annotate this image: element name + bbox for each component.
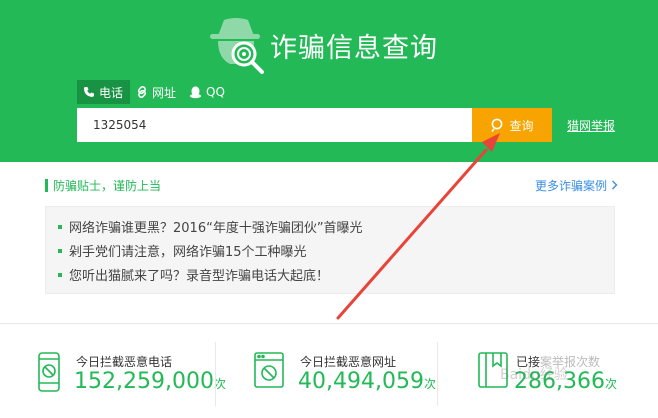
tips-heading-label: 防骗贴士，谨防上当	[53, 178, 162, 193]
search-button[interactable]: 查询	[472, 108, 552, 142]
tab-phone[interactable]: 电话	[77, 80, 131, 104]
list-item[interactable]: 您听出猫腻来了吗？录音型诈骗电话大起底！	[58, 265, 329, 284]
search-input[interactable]	[77, 108, 472, 142]
tips-heading: 防骗贴士，谨防上当	[45, 177, 161, 193]
tab-qq[interactable]: QQ	[183, 80, 232, 104]
tab-phone-label: 电话	[99, 85, 124, 100]
stat-value: 152,259,000次	[74, 369, 226, 394]
search-type-tabs: 电话 网址 QQ	[77, 80, 232, 104]
list-item[interactable]: 网络诈骗谁更黑？2016“年度十强诈骗团伙”首曝光	[58, 217, 363, 236]
bullet-icon	[58, 224, 62, 229]
search-bar: 查询	[77, 108, 552, 142]
news-item-text: 您听出猫腻来了吗？录音型诈骗电话大起底！	[69, 269, 330, 284]
stat-blocked-phones: 今日拦截恶意电话 152,259,000次	[38, 340, 226, 400]
link-icon	[136, 86, 148, 98]
qq-penguin-icon	[189, 85, 202, 99]
detective-magnifier-icon	[210, 18, 264, 74]
heading-accent-bar	[45, 178, 48, 192]
more-cases-link[interactable]: 更多诈骗案例	[535, 177, 618, 194]
search-button-label: 查询	[509, 118, 534, 133]
chevron-right-icon	[611, 179, 618, 193]
tab-url[interactable]: 网址	[130, 80, 183, 104]
phone-icon	[83, 86, 95, 98]
bullet-icon	[58, 248, 62, 253]
news-list: 网络诈骗谁更黑？2016“年度十强诈骗团伙”首曝光 剁手党们请注意，网络诈骗15…	[45, 206, 615, 294]
stat-separator	[215, 342, 216, 406]
news-item-text: 网络诈骗谁更黑？2016“年度十强诈骗团伙”首曝光	[69, 221, 363, 236]
blocked-phone-icon	[38, 352, 60, 392]
stat-value: 40,494,059次	[298, 369, 436, 394]
list-item[interactable]: 剁手党们请注意，网络诈骗15个工种曝光	[58, 241, 307, 260]
news-item-text: 剁手党们请注意，网络诈骗15个工种曝光	[69, 245, 307, 260]
watermark: Baidu经验	[500, 367, 568, 383]
tab-qq-label: QQ	[206, 85, 225, 99]
more-cases-label: 更多诈骗案例	[535, 179, 608, 193]
section-divider	[0, 323, 658, 324]
page-title: 诈骗信息查询	[270, 33, 438, 64]
stat-label: 今日拦截恶意电话	[76, 355, 173, 369]
header-banner: 诈骗信息查询 电话 网址 QQ 查询 猎网举报	[0, 0, 658, 162]
report-link[interactable]: 猎网举报	[567, 117, 615, 134]
stat-label: 今日拦截恶意网址	[300, 355, 397, 369]
tab-url-label: 网址	[152, 85, 177, 100]
bullet-icon	[58, 272, 62, 277]
stat-separator	[437, 342, 438, 406]
stat-blocked-urls: 今日拦截恶意网址 40,494,059次	[254, 340, 436, 400]
search-icon	[491, 118, 503, 132]
blocked-browser-icon	[254, 352, 284, 388]
